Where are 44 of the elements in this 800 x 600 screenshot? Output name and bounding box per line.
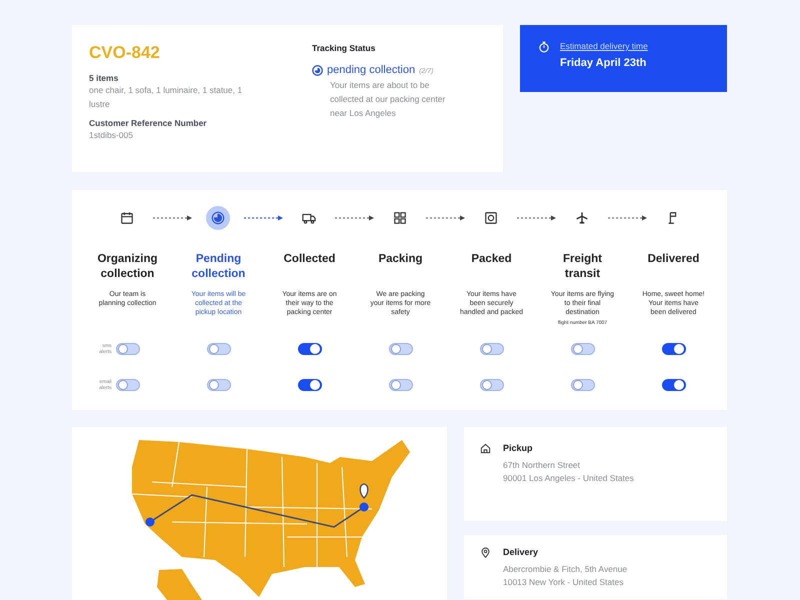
alert-toggle[interactable] [206, 343, 230, 355]
status-icon [312, 64, 323, 76]
pickup-pin [146, 518, 154, 526]
location-pin-icon [480, 547, 491, 558]
address-title: Pickup [503, 443, 534, 453]
step-title: Organizing collection [96, 252, 159, 282]
order-code: CVO-842 [89, 43, 161, 63]
reference-number: 1stdibs-005 [89, 129, 134, 142]
alert-toggle[interactable] [116, 379, 140, 391]
address-line: 90001 Los Angeles - United States [503, 472, 634, 484]
tracking-title: Tracking Status [312, 43, 376, 53]
reference-label: Customer Reference Number [89, 118, 208, 128]
estimate-label: Estimated delivery time [560, 41, 648, 51]
alert-toggle[interactable] [570, 343, 594, 355]
address-title: Delivery [503, 547, 540, 557]
estimate-date: Friday April 23th [560, 57, 648, 69]
alert-toggle[interactable] [298, 343, 322, 355]
alert-toggle[interactable] [116, 343, 140, 355]
alert-toggle[interactable] [388, 379, 412, 391]
alert-toggle[interactable] [662, 343, 686, 355]
house-icon [480, 443, 491, 454]
alert-toggle[interactable] [480, 343, 504, 355]
alert-toggle[interactable] [662, 379, 686, 391]
alert-toggle[interactable] [480, 379, 504, 391]
address-line: 67th Northern Street [503, 459, 582, 471]
items-title: 5 items [89, 73, 120, 83]
step-title: Packed [470, 252, 513, 267]
location-marker-icon [360, 483, 368, 499]
alert-toggle[interactable] [388, 343, 412, 355]
address-line: Abercrombie & Fitch, 5th Avenue [503, 563, 628, 575]
alert-toggle[interactable] [298, 379, 322, 391]
tracking-status: pending collection [327, 64, 416, 76]
items-text: one chair, 1 sofa, 1 luminaire, 1 statue, 1 lustre [89, 84, 244, 111]
tracking-text: Your items are about to be collected at our packing center near Los Angeles [329, 79, 446, 120]
address-line: 10013 New York - United States [503, 576, 624, 588]
alert-toggle[interactable] [570, 379, 594, 391]
step-title: Packing [377, 252, 424, 267]
alert-toggle[interactable] [206, 379, 230, 391]
delivery-pin [360, 502, 368, 512]
step-title: Collected [282, 252, 336, 267]
step-title: Freight transit [562, 252, 603, 282]
step-title: Delivered [646, 252, 700, 267]
step-title: Pending collection [190, 252, 246, 282]
stopwatch-icon [538, 41, 550, 53]
